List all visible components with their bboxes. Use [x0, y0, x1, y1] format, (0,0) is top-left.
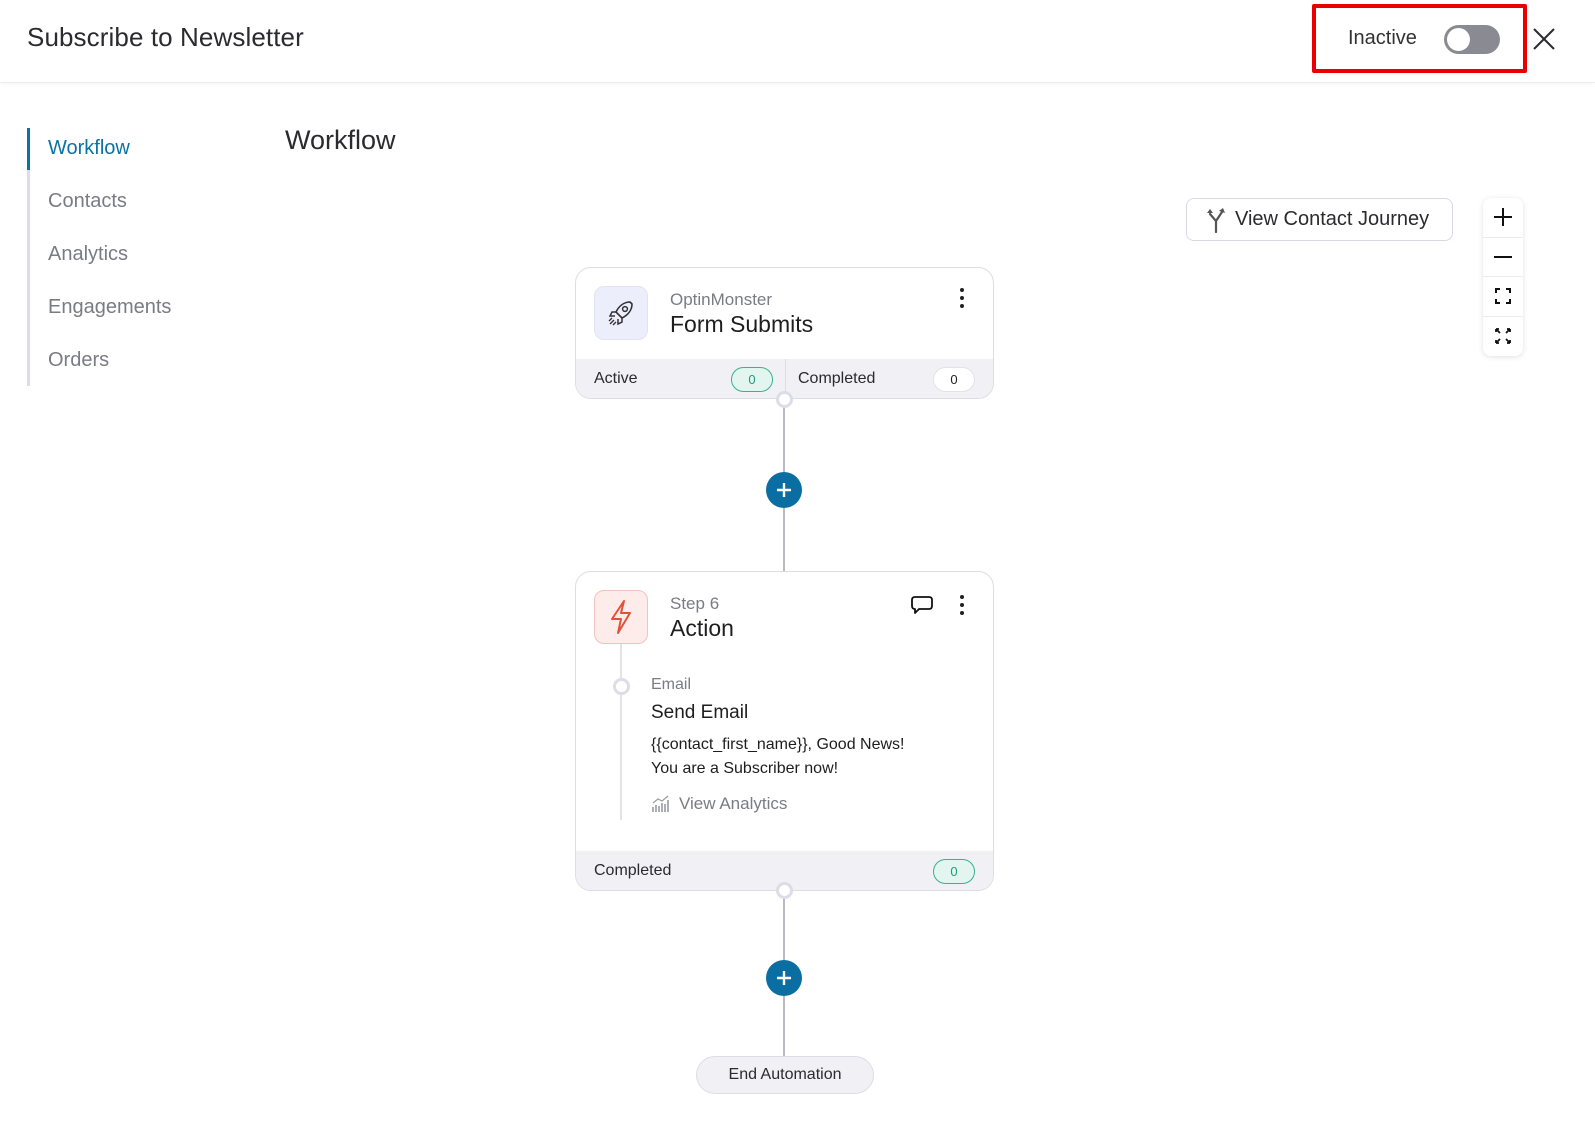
- toggle-knob: [1447, 28, 1470, 51]
- plus-icon: [1494, 208, 1512, 227]
- comment-icon: [911, 596, 933, 614]
- completed-count-badge: 0: [933, 859, 975, 884]
- kebab-dot: [960, 304, 964, 308]
- connector-handle[interactable]: [776, 882, 793, 899]
- close-button[interactable]: [1530, 25, 1558, 53]
- connector-handle[interactable]: [776, 391, 793, 408]
- automation-title: Subscribe to Newsletter: [27, 22, 304, 52]
- step-node-dot: [613, 678, 630, 695]
- kebab-dot: [960, 288, 964, 292]
- canvas-zoom-controls: [1483, 198, 1523, 356]
- sidebar-item-engagements[interactable]: Engagements: [48, 296, 171, 319]
- rocket-icon: [608, 301, 633, 326]
- trigger-more-menu[interactable]: [956, 286, 968, 310]
- action-card[interactable]: Step 6 Action Email Send Email {{contact…: [575, 571, 994, 891]
- active-count-badge: 0: [731, 367, 773, 392]
- status-toggle[interactable]: [1444, 25, 1500, 54]
- view-contact-journey-button[interactable]: View Contact Journey: [1186, 198, 1453, 241]
- view-analytics-link[interactable]: View Analytics: [651, 794, 787, 814]
- kebab-dot: [960, 296, 964, 300]
- view-analytics-label: View Analytics: [679, 794, 788, 813]
- kebab-dot: [960, 611, 964, 615]
- action-more-menu[interactable]: [956, 593, 968, 617]
- email-subject: {{contact_first_name}}, Good News! You a…: [651, 733, 904, 781]
- lightning-icon: [611, 600, 631, 634]
- fullscreen-button[interactable]: [1483, 317, 1523, 357]
- add-step-button[interactable]: [766, 472, 802, 508]
- trigger-icon-box: [594, 286, 648, 340]
- step-title[interactable]: Send Email: [651, 702, 748, 724]
- fit-view-button[interactable]: [1483, 277, 1523, 317]
- zoom-in-button[interactable]: [1483, 198, 1523, 238]
- frame-corners-icon: [1495, 288, 1511, 305]
- email-subject-line-2: You are a Subscriber now!: [651, 760, 839, 777]
- trigger-subtitle: OptinMonster: [670, 290, 773, 309]
- plus-icon: [777, 483, 791, 497]
- sidebar-item-workflow[interactable]: Workflow: [48, 137, 130, 160]
- completed-label: Completed: [594, 862, 672, 879]
- action-title: Action: [670, 615, 734, 641]
- minus-icon: [1494, 255, 1512, 258]
- add-step-button[interactable]: [766, 960, 802, 996]
- expand-arrows-icon: [1495, 328, 1511, 345]
- action-icon-box: [594, 590, 648, 644]
- trigger-title: Form Submits: [670, 311, 814, 337]
- comment-button[interactable]: [910, 594, 934, 616]
- zoom-out-button[interactable]: [1483, 238, 1523, 277]
- kebab-dot: [960, 603, 964, 607]
- end-automation-node[interactable]: End Automation: [696, 1056, 874, 1094]
- step-type: Email: [651, 676, 692, 693]
- active-label: Active: [594, 370, 638, 387]
- step-timeline-line: [620, 644, 622, 820]
- sidebar-item-analytics[interactable]: Analytics: [48, 243, 128, 266]
- sidebar-active-indicator: [27, 128, 30, 170]
- page-title: Workflow: [285, 125, 396, 155]
- close-icon: [1533, 28, 1555, 50]
- sidebar-item-contacts[interactable]: Contacts: [48, 190, 127, 213]
- completed-count-badge: 0: [933, 367, 975, 392]
- completed-label: Completed: [798, 370, 876, 387]
- analytics-chart-icon: [652, 795, 669, 812]
- sidebar-nav: Workflow Contacts Analytics Engagements …: [27, 128, 227, 386]
- kebab-dot: [960, 595, 964, 599]
- branch-arrows-icon: [1207, 207, 1225, 233]
- status-label: Inactive: [1348, 27, 1417, 49]
- trigger-card[interactable]: OptinMonster Form Submits Active 0 Compl…: [575, 267, 994, 399]
- action-subtitle: Step 6: [670, 594, 720, 613]
- view-contact-journey-label: View Contact Journey: [1235, 208, 1430, 230]
- plus-icon: [777, 971, 791, 985]
- sidebar-item-orders[interactable]: Orders: [48, 349, 109, 372]
- email-subject-line-1: {{contact_first_name}}, Good News!: [651, 736, 905, 753]
